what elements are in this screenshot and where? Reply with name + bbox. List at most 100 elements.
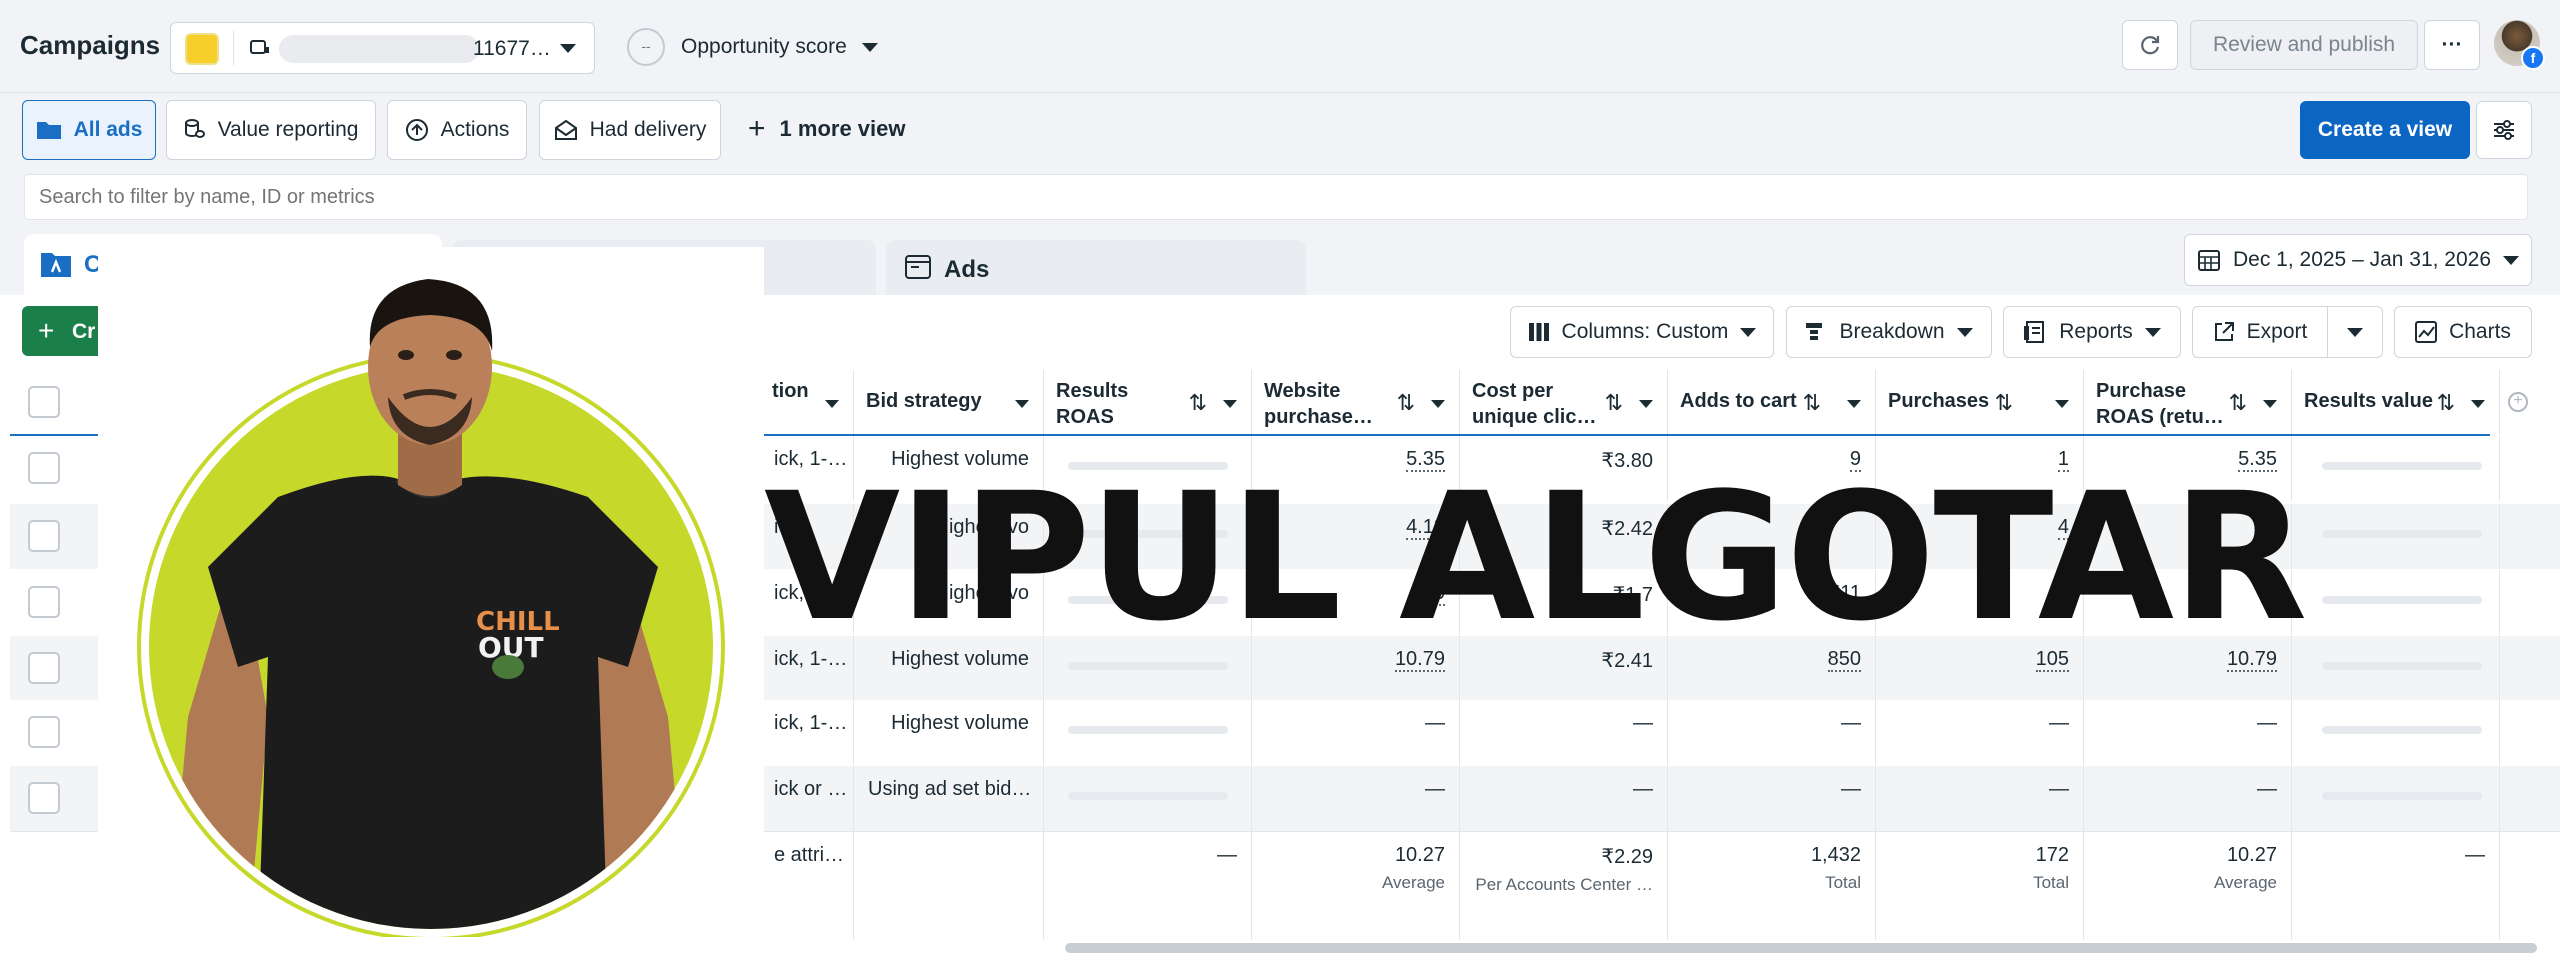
portrait-illustration: CHILL OUT: [137, 279, 725, 937]
chevron-down-icon: [1015, 400, 1029, 408]
charts-button[interactable]: Charts: [2394, 306, 2532, 358]
totals-value: 172: [2035, 844, 2069, 866]
breakdown-button[interactable]: Breakdown: [1786, 306, 1992, 358]
create-view-button[interactable]: Create a view: [2300, 101, 2470, 159]
refresh-button[interactable]: [2122, 20, 2178, 70]
select-all-checkbox[interactable]: [28, 386, 60, 418]
view-tab-all-ads[interactable]: All ads: [22, 100, 156, 160]
column-header-purchases[interactable]: Purchases ⇅: [1876, 370, 2084, 434]
horizontal-scrollbar[interactable]: [1065, 943, 2537, 953]
cell-results-roas: [1044, 700, 1252, 765]
header-label: purchase…: [1264, 406, 1373, 428]
totals-results-value: —: [2292, 832, 2500, 940]
column-header-website-purchase[interactable]: Website purchase… ⇅: [1252, 370, 1460, 434]
loading-placeholder: [2322, 530, 2482, 538]
overlay-name-text: VIPUL ALGOTAR: [764, 455, 2308, 660]
header-label: Adds to cart: [1680, 390, 1797, 412]
totals-website: 10.27 Average: [1252, 832, 1460, 940]
columns-button[interactable]: Columns: Custom: [1510, 306, 1774, 358]
reports-button[interactable]: Reports: [2003, 306, 2181, 358]
export-button[interactable]: Export: [2192, 306, 2328, 358]
view-tab-had-delivery[interactable]: Had delivery: [539, 100, 721, 160]
reports-label: Reports: [2059, 320, 2133, 343]
export-dropdown-button[interactable]: [2327, 306, 2383, 358]
column-header-bid-strategy[interactable]: Bid strategy: [854, 370, 1044, 434]
view-tab-actions[interactable]: Actions: [387, 100, 527, 160]
totals-value: 1,432: [1810, 844, 1861, 866]
view-settings-button[interactable]: [2476, 101, 2532, 159]
calendar-icon: [2197, 250, 2220, 271]
row-checkbox[interactable]: [28, 652, 60, 684]
row-checkbox[interactable]: [28, 452, 60, 484]
view-tab-value-reporting[interactable]: Value reporting: [166, 100, 376, 160]
account-selector[interactable]: 11677…: [170, 22, 595, 74]
tab-label: All ads: [73, 118, 143, 141]
totals-cost: ₹2.29 Per Accounts Center …: [1460, 832, 1668, 940]
account-id: 11677…: [473, 37, 551, 60]
totals-purchases: 172 Total: [1876, 832, 2084, 940]
date-range-picker[interactable]: Dec 1, 2025 – Jan 31, 2026: [2184, 234, 2532, 286]
tab-ads[interactable]: Ads: [886, 240, 1306, 298]
search-input[interactable]: [25, 175, 2527, 219]
top-bar: Campaigns 11677… -- Opportunity score Re…: [0, 0, 2560, 93]
header-label: ROAS (retu…: [2096, 406, 2224, 428]
totals-bid: [854, 832, 1044, 940]
header-label: Results: [1056, 380, 1129, 402]
cell-adds-to-cart: —: [1668, 766, 1876, 831]
tab-label: Had delivery: [589, 118, 707, 141]
more-views-link[interactable]: + 1 more view: [748, 114, 906, 144]
chevron-down-icon: [1431, 400, 1445, 408]
opportunity-score-badge: --: [627, 28, 665, 66]
chevron-down-icon: [1639, 400, 1653, 408]
date-range-label: Dec 1, 2025 – Jan 31, 2026: [2232, 248, 2492, 271]
loading-placeholder: [1068, 662, 1228, 670]
column-header-cost-per-unique-click[interactable]: Cost per unique clic… ⇅: [1460, 370, 1668, 434]
sort-icon: ⇅: [1604, 390, 1623, 415]
search-bar[interactable]: [24, 174, 2528, 220]
folder-icon: [36, 122, 61, 139]
envelope-open-icon: [554, 119, 577, 140]
cell-value: Highest volume: [891, 712, 1029, 734]
breakdown-label: Breakdown: [1839, 320, 1945, 343]
review-publish-button[interactable]: Review and publish: [2190, 20, 2418, 70]
chevron-down-icon: [2471, 400, 2485, 408]
cell-value: —: [1425, 712, 1445, 734]
more-options-button[interactable]: ···: [2424, 20, 2480, 70]
sort-icon: ⇅: [1802, 390, 1821, 415]
header-label: Bid strategy: [866, 390, 982, 412]
cell-value: —: [1633, 778, 1653, 800]
export-label: Export: [2246, 320, 2308, 343]
row-checkbox[interactable]: [28, 716, 60, 748]
export-icon: [2214, 322, 2234, 341]
reports-icon: [2024, 321, 2045, 343]
column-header-adds-to-cart[interactable]: Adds to cart ⇅: [1668, 370, 1876, 434]
column-header-purchase-roas[interactable]: Purchase ROAS (retu… ⇅: [2084, 370, 2292, 434]
loading-placeholder: [2322, 662, 2482, 670]
sort-icon: ⇅: [1994, 390, 2013, 415]
totals-purchase-roas: 10.27 Average: [2084, 832, 2292, 940]
create-button-label: Cr: [72, 320, 96, 343]
loading-placeholder: [2322, 462, 2482, 470]
row-checkbox[interactable]: [28, 782, 60, 814]
loading-placeholder: [2322, 726, 2482, 734]
cell-results-value: [2292, 636, 2500, 701]
opportunity-score-label[interactable]: Opportunity score: [681, 35, 847, 59]
column-header-attribution[interactable]: tion: [760, 370, 854, 434]
more-views-label: 1 more view: [779, 116, 906, 141]
ad-icon: [905, 255, 931, 279]
chevron-down-icon: [1223, 400, 1237, 408]
row-checkbox[interactable]: [28, 520, 60, 552]
tab-label: Actions: [440, 118, 510, 141]
add-column-icon[interactable]: +: [2508, 392, 2528, 412]
account-avatar: [185, 33, 219, 65]
chevron-down-icon: [2263, 400, 2277, 408]
arrow-up-circle-icon: [405, 119, 428, 141]
row-checkbox[interactable]: [28, 586, 60, 618]
chevron-down-icon[interactable]: [862, 43, 878, 52]
cell-purchase-roas: —: [2084, 766, 2292, 831]
header-label: unique clic…: [1472, 406, 1597, 428]
loading-placeholder: [1068, 792, 1228, 800]
column-header-results-roas[interactable]: Results ROAS ⇅: [1044, 370, 1252, 434]
column-header-results-value[interactable]: Results value ⇅: [2292, 370, 2500, 434]
cell-value: —: [1841, 778, 1861, 800]
